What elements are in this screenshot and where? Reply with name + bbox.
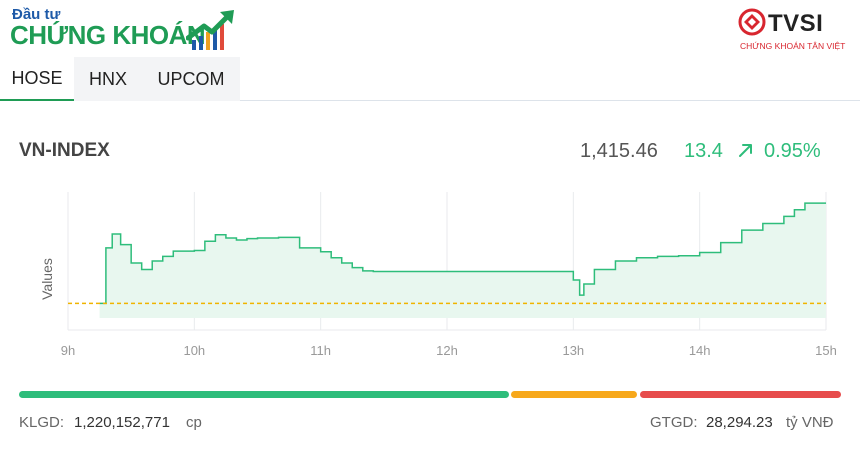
x-tick-label: 11h <box>310 343 331 358</box>
x-tick-label: 13h <box>562 343 584 358</box>
logo-main-text: CHỨNG KHOÁN <box>10 20 206 50</box>
growth-chart-icon <box>186 10 234 50</box>
dau-tu-chung-khoan-logo[interactable]: Đầu tư CHỨNG KHOÁN <box>10 6 240 52</box>
value-value: 28,294.23 <box>706 414 773 431</box>
advancing-bar <box>19 391 509 398</box>
value-label: GTGD: <box>650 414 698 431</box>
tvsi-logo[interactable]: TVSI CHỨNG KHOÁN TÂN VIỆT <box>738 8 848 54</box>
x-tick-label: 14h <box>689 343 711 358</box>
value-unit: tỷ VNĐ <box>786 414 834 431</box>
index-change-percent: 0.95% <box>764 140 821 162</box>
y-axis-label: Values <box>39 258 55 300</box>
tvsi-name: TVSI <box>768 10 824 37</box>
volume-unit: cp <box>186 414 202 431</box>
arrow-up-right-icon <box>739 144 752 157</box>
index-value: 1,415.46 <box>580 140 658 162</box>
unchanged-bar <box>511 391 637 398</box>
x-tick-label: 10h <box>183 343 205 358</box>
tab-hose[interactable]: HOSE <box>0 57 74 101</box>
market-widget: Đầu tư CHỨNG KHOÁN TVSI CHỨNG KHOÁN TÂN … <box>0 0 860 452</box>
tvsi-mark-icon <box>738 8 766 36</box>
tab-upcom[interactable]: UPCOM <box>142 57 240 101</box>
x-tick-label: 9h <box>61 343 75 358</box>
intraday-chart: 9h 10h 11h 12h 13h 14h 15h Values <box>39 192 837 358</box>
tab-hnx[interactable]: HNX <box>74 57 142 101</box>
area-fill <box>99 203 827 318</box>
volume-value: 1,220,152,771 <box>74 414 170 431</box>
exchange-tabs: HOSE HNX UPCOM <box>0 57 860 101</box>
index-change: 13.4 <box>684 140 723 162</box>
index-name: VN-INDEX <box>19 140 110 161</box>
x-tick-label: 12h <box>436 343 458 358</box>
volume-label: KLGD: <box>19 414 65 431</box>
x-tick-label: 15h <box>815 343 837 358</box>
tvsi-subtitle: CHỨNG KHOÁN TÂN VIỆT <box>740 41 846 51</box>
declining-bar <box>640 391 841 398</box>
